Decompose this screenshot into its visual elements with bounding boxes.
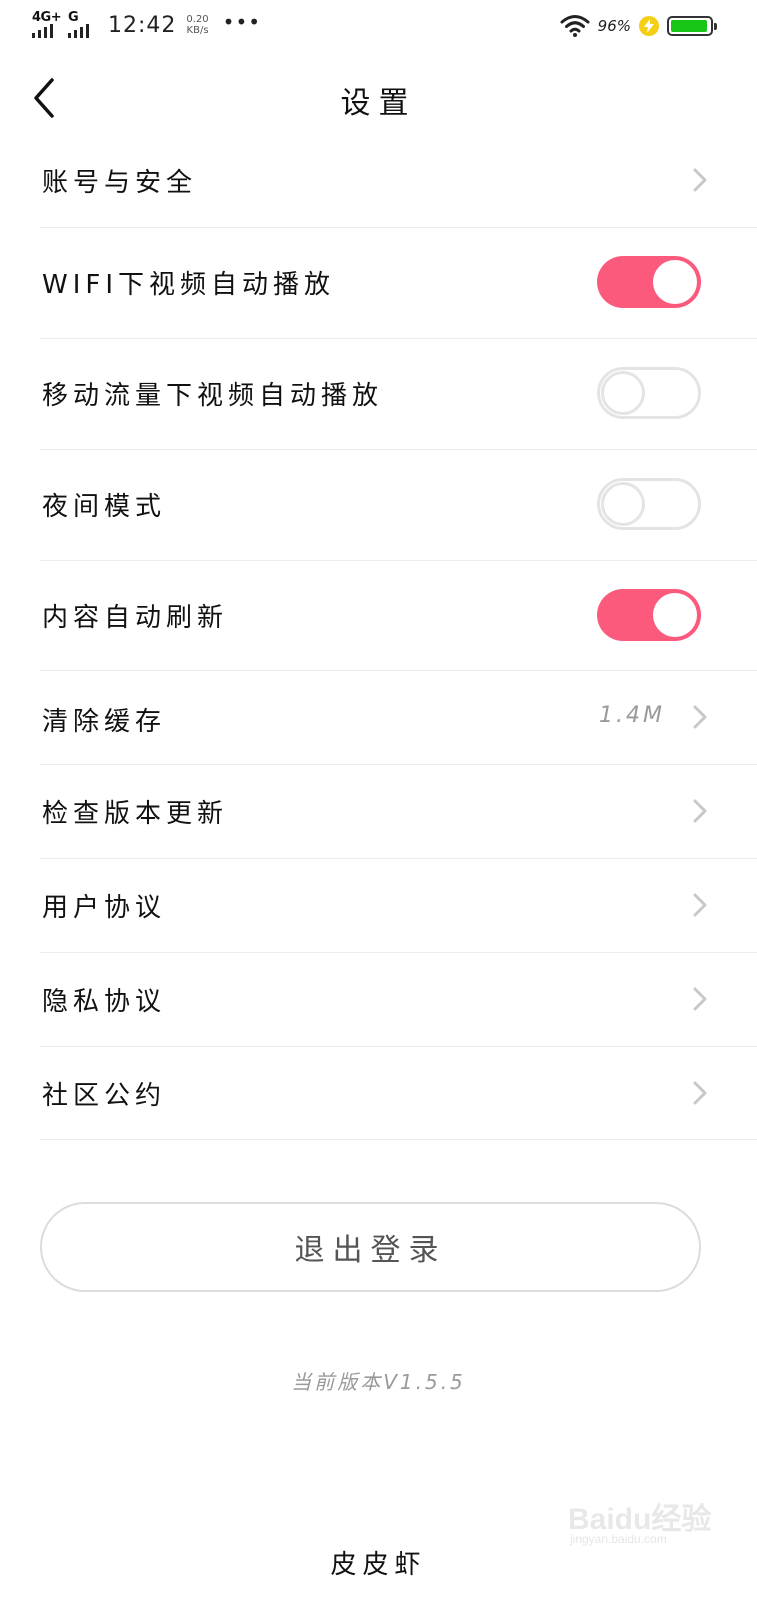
baidu-watermark: Baidu经验 jingyan.baidu.com bbox=[566, 1490, 716, 1550]
network-type-2: G bbox=[68, 10, 79, 25]
wifi-autoplay-toggle[interactable] bbox=[597, 256, 701, 308]
auto-refresh-label: 内容自动刷新 bbox=[42, 603, 229, 633]
user-agreement-row[interactable]: 用户协议 bbox=[40, 859, 757, 953]
wifi-autoplay-row: WIFI下视频自动播放 bbox=[40, 228, 757, 339]
battery-percent: 96% bbox=[597, 17, 631, 35]
network-speed-unit: KB/s bbox=[186, 25, 209, 36]
night-mode-toggle[interactable] bbox=[597, 478, 701, 530]
network-speed: 0.20 KB/s bbox=[186, 14, 208, 36]
network-speed-value: 0.20 bbox=[186, 14, 209, 25]
chevron-right-icon bbox=[693, 168, 707, 192]
user-agreement-label: 用户协议 bbox=[42, 893, 167, 923]
app-brand: 皮皮虾 bbox=[330, 1550, 427, 1580]
community-rules-row[interactable]: 社区公约 bbox=[40, 1047, 757, 1140]
wifi-icon bbox=[560, 15, 590, 37]
auto-refresh-row: 内容自动刷新 bbox=[40, 561, 757, 671]
check-update-row[interactable]: 检查版本更新 bbox=[40, 765, 757, 859]
mobile-autoplay-toggle[interactable] bbox=[597, 367, 701, 419]
logout-button[interactable]: 退出登录 bbox=[40, 1202, 701, 1292]
status-bar: 4G+ G 12:42 0.20 KB/s ••• 96% bbox=[0, 0, 757, 56]
night-mode-label: 夜间模式 bbox=[42, 492, 167, 522]
privacy-agreement-label: 隐私协议 bbox=[42, 987, 167, 1017]
page-title: 设置 bbox=[340, 86, 417, 121]
account-security-row[interactable]: 账号与安全 bbox=[40, 130, 757, 228]
battery-fill bbox=[671, 20, 708, 32]
battery-icon bbox=[667, 16, 717, 36]
chevron-right-icon bbox=[693, 1081, 707, 1105]
status-bar-left: 4G+ G 12:42 0.20 KB/s ••• bbox=[32, 10, 261, 40]
night-mode-row: 夜间模式 bbox=[40, 450, 757, 561]
chevron-right-icon bbox=[693, 893, 707, 917]
cache-size: 1.4M bbox=[599, 703, 665, 728]
privacy-agreement-row[interactable]: 隐私协议 bbox=[40, 953, 757, 1047]
community-rules-label: 社区公约 bbox=[42, 1081, 167, 1111]
clear-cache-label: 清除缓存 bbox=[42, 707, 167, 737]
version-text: 当前版本V1.5.5 bbox=[291, 1370, 466, 1394]
check-update-label: 检查版本更新 bbox=[42, 799, 229, 829]
wifi-autoplay-label: WIFI下视频自动播放 bbox=[42, 270, 335, 300]
signal-icon-2: G bbox=[68, 10, 98, 40]
auto-refresh-toggle[interactable] bbox=[597, 589, 701, 641]
signal-icon: 4G+ bbox=[32, 10, 62, 40]
chevron-right-icon bbox=[693, 705, 707, 729]
mobile-autoplay-label: 移动流量下视频自动播放 bbox=[42, 381, 384, 411]
charging-icon bbox=[639, 16, 659, 36]
chevron-right-icon bbox=[693, 799, 707, 823]
status-time: 12:42 bbox=[108, 12, 177, 38]
more-notifications-icon: ••• bbox=[222, 10, 262, 34]
chevron-right-icon bbox=[693, 987, 707, 1011]
mobile-autoplay-row: 移动流量下视频自动播放 bbox=[40, 339, 757, 450]
clear-cache-row[interactable]: 清除缓存 1.4M bbox=[40, 671, 757, 765]
status-bar-right: 96% bbox=[560, 14, 717, 38]
network-type-1: 4G+ bbox=[32, 10, 62, 25]
logout-label: 退出登录 bbox=[294, 1233, 447, 1268]
account-security-label: 账号与安全 bbox=[42, 168, 198, 198]
settings-list: 账号与安全 WIFI下视频自动播放 移动流量下视频自动播放 夜间模式 内容自动刷… bbox=[40, 130, 757, 1140]
